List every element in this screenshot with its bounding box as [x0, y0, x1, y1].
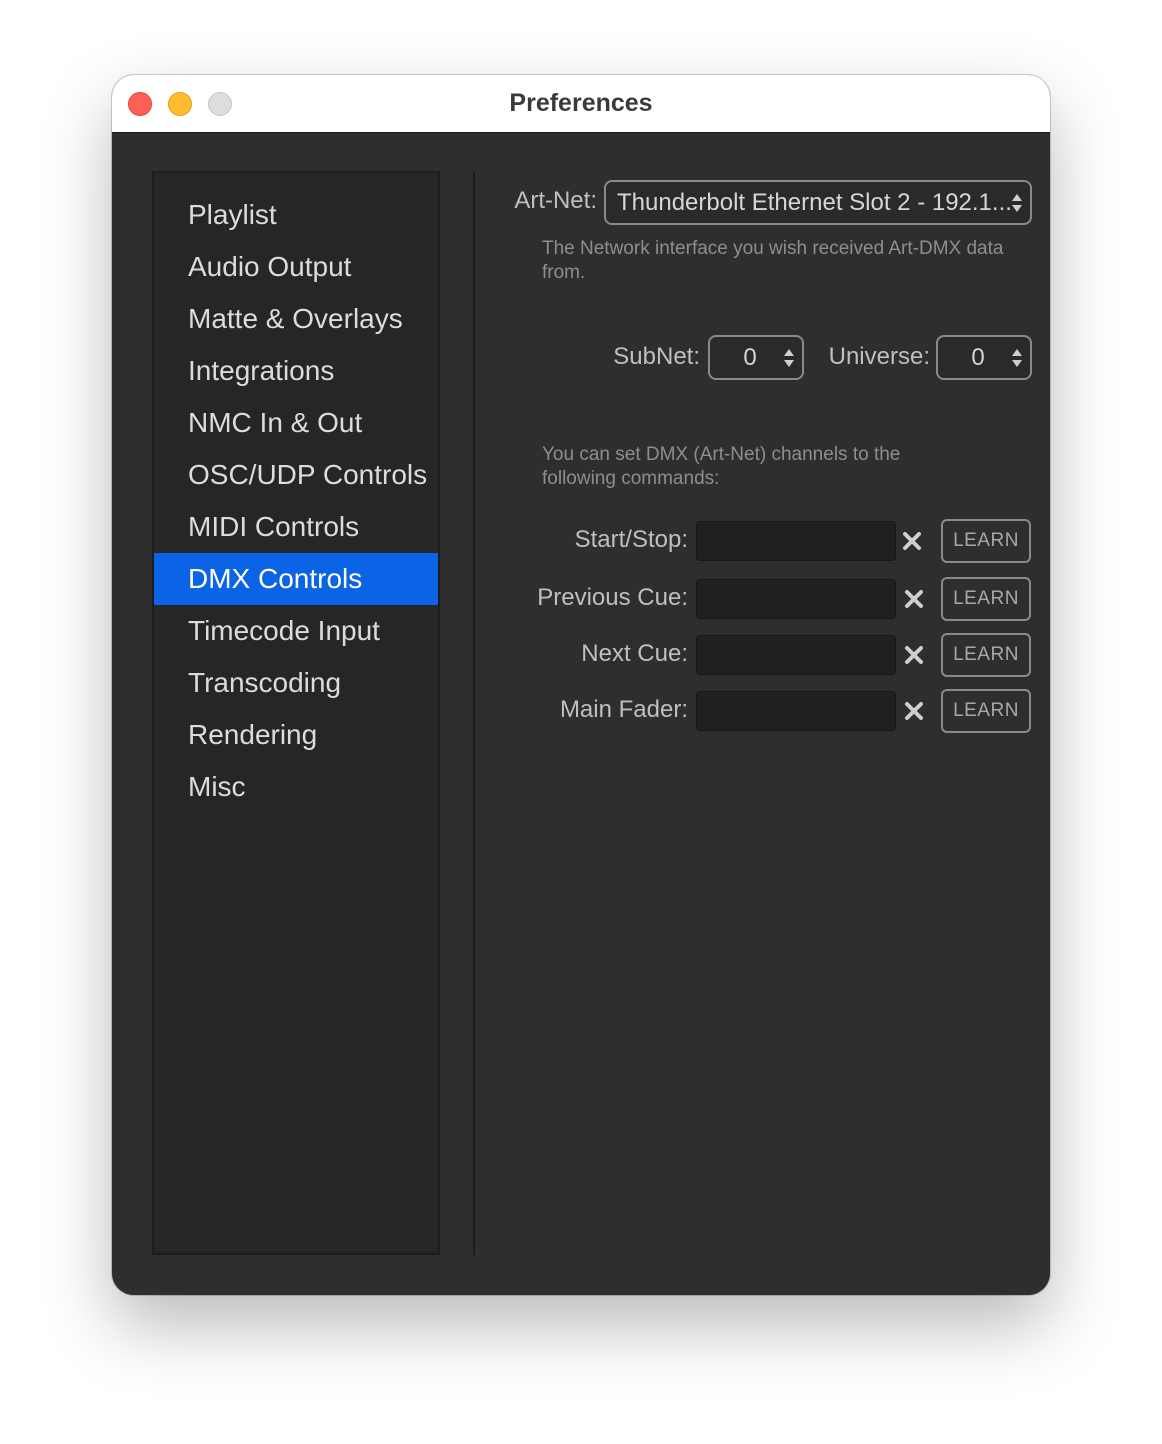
artnet-label: Art-Net:: [514, 187, 597, 214]
stepper-arrows-icon[interactable]: [1012, 348, 1022, 367]
universe-value: 0: [971, 343, 985, 371]
sidebar-item-dmx-controls[interactable]: DMX Controls: [154, 553, 438, 605]
clear-x-icon[interactable]: [903, 588, 925, 610]
learn-button-start-stop[interactable]: LEARN: [941, 519, 1031, 563]
sidebar-item-midi-controls[interactable]: MIDI Controls: [154, 501, 438, 553]
subnet-value: 0: [743, 343, 757, 371]
universe-label: Universe:: [828, 343, 930, 370]
artnet-interface-value: Thunderbolt Ethernet Slot 2 - 192.1...: [617, 188, 1012, 216]
command-field-main-fader[interactable]: [696, 691, 896, 731]
clear-x-icon[interactable]: [903, 644, 925, 666]
sidebar-item-integrations[interactable]: Integrations: [154, 345, 438, 397]
command-label-main-fader: Main Fader:: [559, 696, 688, 723]
sidebar-item-misc[interactable]: Misc: [154, 761, 438, 813]
preferences-window: Preferences Playlist Audio Output Matte …: [112, 75, 1050, 1295]
sidebar-item-audio-output[interactable]: Audio Output: [154, 241, 438, 293]
learn-button-previous-cue[interactable]: LEARN: [941, 577, 1031, 621]
universe-stepper[interactable]: 0: [936, 335, 1032, 380]
title-bar[interactable]: Preferences: [112, 75, 1050, 133]
sidebar-item-timecode-input[interactable]: Timecode Input: [154, 605, 438, 657]
artnet-help-text: The Network interface you wish received …: [542, 238, 1004, 283]
sidebar-item-nmc-in-out[interactable]: NMC In & Out: [154, 397, 438, 449]
pane-divider: [473, 171, 475, 1255]
command-field-previous-cue[interactable]: [696, 579, 896, 619]
learn-button-main-fader[interactable]: LEARN: [941, 689, 1031, 733]
command-label-next-cue: Next Cue:: [581, 640, 688, 667]
sidebar: Playlist Audio Output Matte & Overlays I…: [152, 171, 440, 1255]
window-title: Preferences: [509, 89, 653, 117]
subnet-stepper[interactable]: 0: [708, 335, 804, 380]
learn-button-next-cue[interactable]: LEARN: [941, 633, 1031, 677]
sidebar-item-transcoding[interactable]: Transcoding: [154, 657, 438, 709]
commands-help-text: You can set DMX (Art-Net) channels to th…: [542, 444, 901, 489]
stepper-arrows-icon[interactable]: [784, 348, 794, 367]
clear-x-icon[interactable]: [903, 700, 925, 722]
command-field-start-stop[interactable]: [696, 521, 896, 561]
artnet-interface-popup[interactable]: Thunderbolt Ethernet Slot 2 - 192.1...: [604, 180, 1032, 225]
command-label-previous-cue: Previous Cue:: [537, 584, 688, 611]
sidebar-item-osc-udp-controls[interactable]: OSC/UDP Controls: [154, 449, 438, 501]
clear-x-icon[interactable]: [901, 530, 923, 552]
sidebar-item-matte-overlays[interactable]: Matte & Overlays: [154, 293, 438, 345]
subnet-label: SubNet:: [613, 343, 700, 370]
command-field-next-cue[interactable]: [696, 635, 896, 675]
sidebar-item-rendering[interactable]: Rendering: [154, 709, 438, 761]
command-label-start-stop: Start/Stop:: [574, 526, 688, 553]
popup-arrows-icon: [1012, 193, 1022, 212]
preferences-content: Playlist Audio Output Matte & Overlays I…: [112, 133, 1050, 1295]
sidebar-item-playlist[interactable]: Playlist: [154, 189, 438, 241]
